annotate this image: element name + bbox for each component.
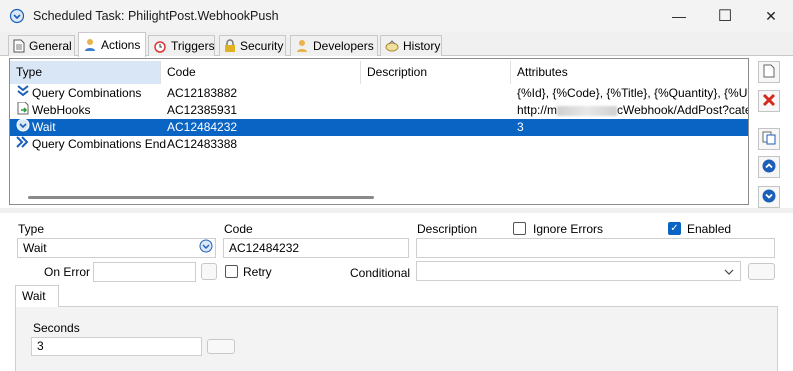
tab-triggers[interactable]: Triggers <box>148 35 215 56</box>
move-up-button[interactable] <box>758 156 780 178</box>
move-down-icon <box>762 189 776 206</box>
row-code: AC12484232 <box>167 120 238 134</box>
close-button[interactable]: ✕ <box>748 0 793 32</box>
row-attributes: http://m cWebhook/AddPost?categ <box>517 102 748 119</box>
row-type: WebHooks <box>32 103 91 117</box>
grid-row[interactable]: WebHooks AC12385931 http://m cWebhook/Add… <box>10 102 748 119</box>
webhook-icon <box>16 102 30 119</box>
tab-label: Developers <box>313 39 374 53</box>
description-input[interactable] <box>416 238 775 258</box>
type-label: Type <box>18 222 45 236</box>
seconds-label: Seconds <box>33 321 80 335</box>
move-up-icon <box>762 159 776 176</box>
document-icon <box>13 39 25 53</box>
ignore-errors-checkbox[interactable] <box>513 222 526 235</box>
row-code: AC12183882 <box>167 86 238 100</box>
alarm-clock-icon <box>153 39 167 53</box>
enabled-checkbox[interactable]: ✓ <box>668 222 681 235</box>
grid-row[interactable]: Query Combinations AC12183882 {%Id}, {%C… <box>10 85 748 102</box>
row-type: Wait <box>32 120 56 134</box>
minimize-icon: — <box>672 8 686 24</box>
column-header-description[interactable]: Description <box>361 61 511 84</box>
column-header-attributes[interactable]: Attributes <box>511 61 748 84</box>
type-select[interactable]: Wait <box>17 238 216 258</box>
actions-grid: Type Code Description Attributes Query C… <box>9 58 749 205</box>
delete-action-button[interactable] <box>758 90 780 112</box>
row-code: AC12483388 <box>167 137 238 151</box>
conditional-select[interactable] <box>416 261 741 281</box>
row-attributes: {%Id}, {%Code}, {%Title}, {%Quantity}, {… <box>517 86 748 100</box>
row-attributes: 3 <box>517 120 524 134</box>
row-type: Query Combinations <box>32 86 142 100</box>
conditional-label: Conditional <box>350 266 411 280</box>
splitter[interactable] <box>0 208 793 213</box>
conditional-edit-button[interactable] <box>748 263 775 280</box>
tab-security[interactable]: Security <box>219 35 286 56</box>
lock-icon <box>224 39 236 53</box>
maximize-icon: ☐ <box>717 8 733 25</box>
chevron-down-icon <box>199 239 213 258</box>
grid-row[interactable]: Query Combinations End AC12483388 <box>10 136 748 153</box>
seconds-input[interactable]: 3 <box>31 337 202 356</box>
maximize-button[interactable]: ☐ <box>702 0 748 32</box>
tab-label: History <box>403 39 441 53</box>
title-bar: Scheduled Task: PhilightPost.WebhookPush… <box>0 0 793 32</box>
column-header-code[interactable]: Code <box>161 61 361 84</box>
redacted-text <box>557 105 618 116</box>
new-action-button[interactable] <box>758 61 780 83</box>
checkmark-icon: ✓ <box>670 223 679 234</box>
horizontal-scrollbar[interactable] <box>28 196 374 199</box>
tab-label: Actions <box>101 38 141 52</box>
on-error-input[interactable] <box>93 262 196 282</box>
tab-wait[interactable]: Wait <box>15 285 59 307</box>
seconds-browse-button[interactable] <box>207 339 235 354</box>
new-icon <box>763 64 775 81</box>
on-error-browse-button[interactable] <box>201 263 217 280</box>
enabled-label: Enabled <box>687 222 732 236</box>
row-type: Query Combinations End <box>32 137 166 151</box>
minimize-button[interactable]: — <box>656 0 702 32</box>
history-icon <box>385 39 399 53</box>
retry-label: Retry <box>243 265 272 279</box>
description-label: Description <box>417 222 478 236</box>
attributes-suffix: cWebhook/AddPost?categ <box>617 103 748 117</box>
user-gear-icon <box>83 38 97 52</box>
copy-icon <box>762 131 776 148</box>
tab-general[interactable]: General <box>8 35 75 56</box>
tab-strip: General Actions Triggers Security Develo… <box>0 32 793 57</box>
tab-label: General <box>29 39 72 53</box>
delete-icon <box>762 93 776 110</box>
tab-history[interactable]: History <box>380 35 442 56</box>
type-value: Wait <box>23 241 47 255</box>
copy-action-button[interactable] <box>758 128 780 150</box>
double-chevron-down-icon <box>16 85 30 102</box>
tab-label: Security <box>240 39 284 53</box>
row-attributes <box>517 136 748 153</box>
on-error-label: On Error <box>44 265 91 279</box>
code-input[interactable]: AC12484232 <box>223 238 409 258</box>
window-title: Scheduled Task: PhilightPost.WebhookPush <box>33 9 279 23</box>
task-clock-icon <box>9 8 25 24</box>
move-down-button[interactable] <box>758 186 780 208</box>
row-code: AC12385931 <box>167 103 238 117</box>
close-icon: ✕ <box>765 7 777 24</box>
grid-header: Type Code Description Attributes <box>10 61 748 84</box>
ignore-errors-label: Ignore Errors <box>533 222 604 236</box>
code-label: Code <box>224 222 253 236</box>
person-icon <box>295 39 309 53</box>
tab-actions[interactable]: Actions <box>78 32 146 57</box>
column-header-type[interactable]: Type <box>10 61 161 84</box>
tab-label: Triggers <box>171 39 215 53</box>
wait-icon <box>16 119 30 136</box>
double-chevron-right-icon <box>16 136 30 153</box>
tab-developers[interactable]: Developers <box>290 35 378 56</box>
wait-panel: Seconds 3 <box>15 306 778 371</box>
grid-row-selected[interactable]: Wait AC12484232 3 <box>10 119 748 136</box>
chevron-down-icon <box>724 262 734 280</box>
attributes-prefix: http://m <box>517 103 558 117</box>
retry-checkbox[interactable] <box>225 265 238 278</box>
